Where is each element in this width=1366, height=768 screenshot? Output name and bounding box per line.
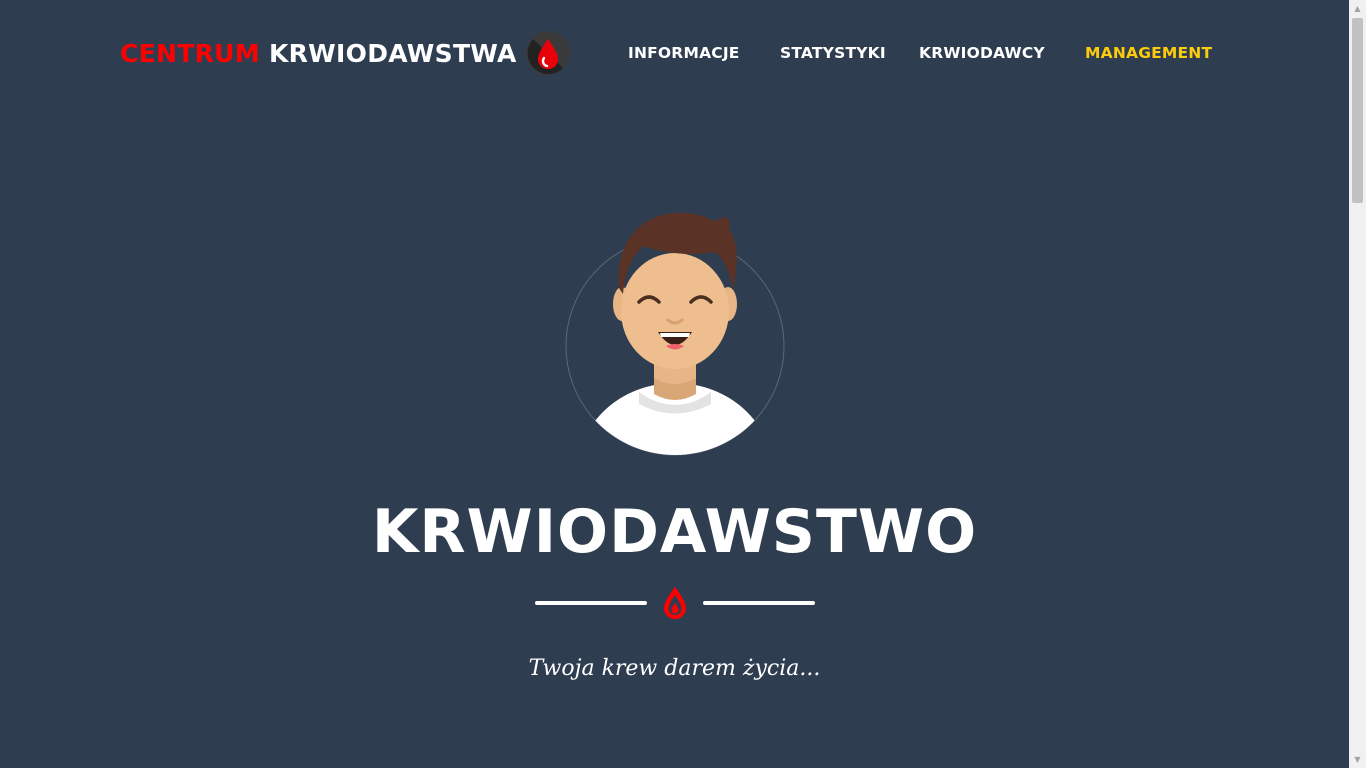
brand-link[interactable]: CENTRUM KRWIODAWSTWA <box>120 30 571 76</box>
nav-item-management[interactable]: MANAGEMENT <box>1085 44 1212 62</box>
blood-drop-icon <box>661 585 689 621</box>
divider-line-right <box>703 601 815 605</box>
nav-item-informacje[interactable]: INFORMACJE <box>628 44 740 62</box>
vertical-scrollbar[interactable]: ▲ ▼ <box>1349 0 1366 768</box>
page: CENTRUM KRWIODAWSTWA INFORMACJE STATYSTY… <box>0 0 1366 768</box>
navbar: CENTRUM KRWIODAWSTWA INFORMACJE STATYSTY… <box>0 0 1349 106</box>
scrollbar-thumb[interactable] <box>1352 18 1363 203</box>
scroll-down-arrow-icon[interactable]: ▼ <box>1349 751 1366 768</box>
blood-drop-logo-icon <box>525 30 571 76</box>
smiling-man-avatar-icon <box>565 212 785 456</box>
brand-name-part-2: KRWIODAWSTWA <box>268 38 517 68</box>
avatar <box>565 208 785 458</box>
nav-item-krwiodawcy[interactable]: KRWIODAWCY <box>919 44 1045 62</box>
title-divider <box>535 585 815 621</box>
brand-name-part-1: CENTRUM <box>120 38 260 68</box>
hero-title: KRWIODAWSTWO <box>371 497 978 567</box>
hero-subtitle: Twoja krew darem życia... <box>528 656 821 681</box>
divider-line-left <box>535 601 647 605</box>
nav-item-statystyki[interactable]: STATYSTYKI <box>780 44 886 62</box>
scroll-up-arrow-icon[interactable]: ▲ <box>1349 0 1366 17</box>
